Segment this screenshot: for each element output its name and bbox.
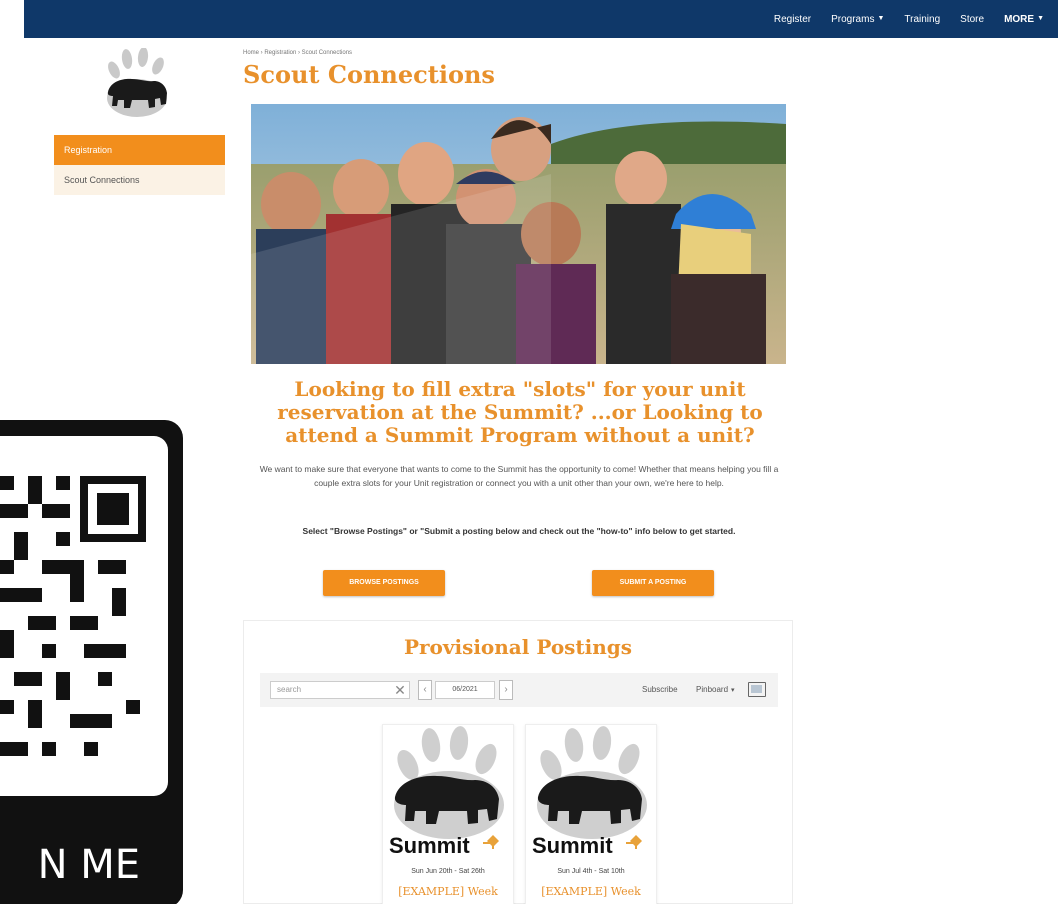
summit-bear-logo: Summit xyxy=(389,726,504,858)
posting-card[interactable]: Summit Sun Jun 20th - Sat 26th [EXAMPLE]… xyxy=(382,724,514,904)
main-nav: Register Programs ▼ Training Store MORE ▼ xyxy=(774,0,1044,38)
subscribe-link[interactable]: Subscribe xyxy=(642,685,678,694)
pinboard-dropdown[interactable]: Pinboard ▾ xyxy=(696,685,735,694)
nav-programs-label: Programs xyxy=(831,13,875,25)
nav-more[interactable]: MORE ▼ xyxy=(1004,14,1044,25)
caret-down-icon: ▼ xyxy=(877,15,885,23)
posting-title[interactable]: [EXAMPLE] Week xyxy=(383,885,513,898)
chevron-left-icon: ‹ xyxy=(423,684,427,695)
posting-card[interactable]: Summit Sun Jul 4th - Sat 10th [EXAMPLE] … xyxy=(525,724,657,904)
caret-down-icon: ▼ xyxy=(1037,15,1044,23)
next-month-button[interactable]: › xyxy=(499,680,513,700)
breadcrumb: Home › Registration › Scout Connections xyxy=(243,50,353,56)
posting-title[interactable]: [EXAMPLE] Week xyxy=(526,885,656,898)
qr-caption: N ME xyxy=(37,842,140,888)
month-picker[interactable]: 06/2021 xyxy=(435,681,495,699)
postings-title: Provisional Postings xyxy=(403,635,633,659)
summit-wordmark: Summit xyxy=(532,833,613,858)
chevron-right-icon: › xyxy=(504,684,508,695)
headline: Looking to fill extra "slots" for your u… xyxy=(277,377,763,447)
postings-panel: Provisional Postings search ✕ ‹ 06/2021 … xyxy=(243,620,793,904)
intro-text: We want to make sure that everyone that … xyxy=(259,464,779,488)
nav-more-label: MORE xyxy=(1004,13,1035,25)
nav-store[interactable]: Store xyxy=(960,14,984,25)
qr-code-image[interactable] xyxy=(0,436,168,796)
pinboard-label: Pinboard xyxy=(696,685,729,694)
search-input[interactable]: search xyxy=(270,681,410,699)
hero-photo xyxy=(251,104,786,364)
bear-paw-logo[interactable] xyxy=(100,48,175,120)
summit-wordmark: Summit xyxy=(389,833,470,858)
submit-posting-button[interactable]: SUBMIT A POSTING xyxy=(592,570,714,596)
sidebar-item-scout-connections[interactable]: Scout Connections xyxy=(54,165,225,195)
instruction-text: Select "Browse Postings" or "Submit a po… xyxy=(302,526,736,536)
nav-training[interactable]: Training xyxy=(904,14,940,25)
top-nav-bar: Register Programs ▼ Training Store MORE ▼ xyxy=(24,0,1058,38)
clear-search-icon[interactable]: ✕ xyxy=(390,681,410,699)
qr-code-panel xyxy=(0,436,168,796)
posting-date: Sun Jun 20th - Sat 26th xyxy=(411,868,485,875)
caret-down-icon: ▾ xyxy=(731,686,735,694)
nav-register[interactable]: Register xyxy=(774,14,811,25)
summit-bear-logo: Summit xyxy=(532,726,647,858)
page-title: Scout Connections xyxy=(243,60,495,89)
display-view-icon[interactable] xyxy=(748,682,766,697)
browse-postings-button[interactable]: BROWSE POSTINGS xyxy=(323,570,445,596)
prev-month-button[interactable]: ‹ xyxy=(418,680,432,700)
nav-programs[interactable]: Programs ▼ xyxy=(831,14,884,25)
qr-code-card xyxy=(0,420,183,904)
sidebar-menu: Registration Scout Connections xyxy=(54,135,225,195)
posting-date: Sun Jul 4th - Sat 10th xyxy=(557,868,625,875)
postings-toolbar: search ✕ ‹ 06/2021 › Subscribe Pinboard ▾ xyxy=(260,673,778,707)
sidebar-item-registration[interactable]: Registration xyxy=(54,135,225,165)
